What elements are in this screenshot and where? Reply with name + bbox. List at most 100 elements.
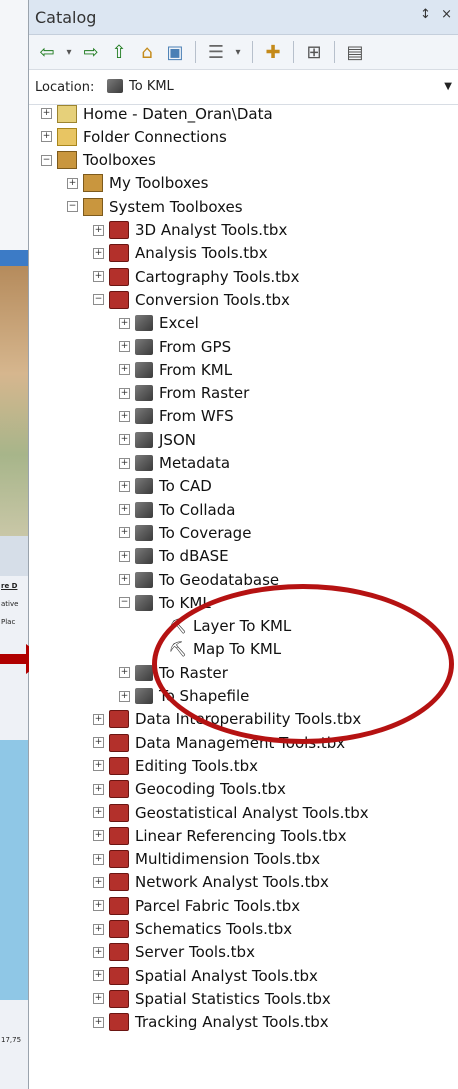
up-folder-icon[interactable]: ⇧ — [107, 40, 131, 64]
expand-icon[interactable]: + — [93, 783, 104, 795]
back-dropdown-icon[interactable]: ▾ — [63, 40, 75, 64]
collapse-icon[interactable]: − — [67, 201, 78, 213]
tree-node-label: Multidimension Tools.tbx — [135, 850, 321, 869]
expand-icon[interactable]: + — [119, 480, 130, 492]
expand-icon[interactable]: + — [67, 177, 78, 189]
tree-node[interactable]: +3D Analyst Tools.tbx — [93, 219, 287, 242]
expand-icon[interactable]: + — [93, 247, 104, 259]
tree-node[interactable]: + Spatial Analyst Tools.tbx — [93, 964, 318, 987]
collapse-icon[interactable]: − — [41, 154, 52, 166]
expand-icon[interactable]: + — [119, 410, 130, 422]
expand-icon[interactable]: + — [93, 876, 104, 888]
expand-icon[interactable]: + — [93, 1016, 104, 1028]
expand-icon[interactable]: + — [93, 946, 104, 958]
tree-node[interactable]: + Network Analyst Tools.tbx — [93, 871, 329, 894]
annotation-arrow-shaft — [0, 654, 28, 664]
expand-icon[interactable]: + — [93, 923, 104, 935]
expand-icon[interactable]: + — [119, 434, 130, 446]
details-view-icon[interactable]: ▤ — [343, 40, 367, 64]
tree-node[interactable]: + From GPS — [119, 335, 231, 358]
catalog-title: Catalog — [35, 8, 97, 27]
tree-node-label: Analysis Tools.tbx — [135, 244, 268, 263]
expand-icon[interactable]: + — [93, 807, 104, 818]
connect-folder-icon[interactable]: ▣ — [163, 40, 187, 64]
expand-icon[interactable]: + — [93, 970, 104, 982]
new-item-icon[interactable]: ✚ — [261, 40, 285, 64]
view-dropdown-icon[interactable]: ▾ — [232, 40, 244, 64]
expand-icon[interactable]: + — [93, 900, 104, 912]
toolboxes-icon — [57, 151, 77, 170]
pin-icon[interactable]: ↕ — [420, 7, 431, 22]
expand-icon[interactable]: + — [41, 108, 52, 119]
tree-node-label: To Collada — [159, 500, 236, 519]
forward-arrow-icon[interactable]: ⇨ — [79, 40, 103, 64]
tree-node[interactable]: + To Coverage — [119, 521, 251, 544]
tree-node[interactable]: + My Toolboxes — [67, 172, 208, 195]
tree-node[interactable]: + Linear Referencing Tools.tbx — [93, 824, 347, 847]
chevron-down-icon[interactable]: ▼ — [444, 81, 452, 92]
tree-node[interactable]: + From KML — [119, 358, 232, 381]
tree-node[interactable]: − Conversion Tools.tbx — [93, 288, 290, 311]
tree-node[interactable]: + To Collada — [119, 498, 235, 521]
tree-node[interactable]: + From WFS — [119, 405, 234, 428]
window-background — [0, 0, 28, 250]
tbx-icon — [109, 1013, 129, 1032]
expand-icon[interactable]: + — [93, 830, 104, 842]
expand-icon[interactable]: + — [93, 760, 104, 772]
tree-node[interactable]: + Excel — [119, 312, 199, 335]
expand-icon[interactable]: + — [119, 574, 130, 585]
collapse-icon[interactable]: − — [119, 597, 130, 609]
tree-node[interactable]: + Multidimension Tools.tbx — [93, 848, 320, 871]
tree-node[interactable]: + Folder Connections — [41, 125, 227, 148]
tree-node[interactable]: + Tracking Analyst Tools.tbx — [93, 1011, 329, 1034]
expand-icon[interactable]: + — [93, 271, 104, 283]
expand-icon[interactable]: + — [93, 853, 104, 865]
tbx-icon — [109, 710, 129, 729]
tree-node[interactable]: + Home - Daten_Oran\Data — [41, 102, 273, 125]
tree-node[interactable]: + Geocoding Tools.tbx — [93, 778, 286, 801]
expand-icon[interactable]: + — [119, 527, 130, 539]
tree-node[interactable]: + Schematics Tools.tbx — [93, 918, 292, 941]
close-icon[interactable]: × — [441, 7, 452, 22]
tree-node[interactable]: + Spatial Statistics Tools.tbx — [93, 987, 331, 1010]
expand-icon[interactable]: + — [119, 550, 130, 562]
window-titlebar-strip — [0, 250, 28, 266]
tree-node[interactable]: + Geostatistical Analyst Tools.tbx — [93, 801, 369, 824]
tree-node[interactable]: − Toolboxes — [41, 149, 156, 172]
tree-node[interactable]: + Parcel Fabric Tools.tbx — [93, 894, 300, 917]
tree-node[interactable]: + Metadata — [119, 452, 230, 475]
tree-node[interactable]: + Analysis Tools.tbx — [93, 242, 268, 265]
expand-icon[interactable]: + — [119, 457, 130, 469]
expand-icon[interactable]: + — [93, 737, 104, 749]
view-options-icon[interactable]: ☰ — [204, 40, 228, 64]
expand-icon[interactable]: + — [93, 713, 104, 725]
expand-icon[interactable]: + — [119, 364, 130, 376]
expand-icon[interactable]: + — [119, 667, 130, 679]
tbx-icon — [109, 850, 129, 869]
expand-icon[interactable]: + — [119, 341, 130, 352]
tree-node[interactable]: + JSON — [119, 428, 196, 451]
expand-icon[interactable]: + — [119, 690, 130, 702]
set-icon — [135, 431, 153, 448]
tree-node[interactable]: − System Toolboxes — [67, 195, 243, 218]
expand-icon[interactable]: + — [119, 387, 130, 399]
catalog-toolbar: ⇦ ▾ ⇨ ⇧ ⌂ ▣ ☰ ▾ ✚ ⊞ ▤ — [29, 35, 458, 70]
location-bar: Location: To KML ▼ — [29, 70, 458, 105]
tree-node[interactable]: + To CAD — [119, 475, 212, 498]
collapse-icon[interactable]: − — [93, 294, 104, 306]
toc-connect-icon[interactable]: ⊞ — [302, 40, 326, 64]
expand-icon[interactable]: + — [93, 993, 104, 1005]
tree-node[interactable]: + Cartography Tools.tbx — [93, 265, 299, 288]
set-icon — [135, 385, 153, 402]
expand-icon[interactable]: + — [41, 131, 52, 143]
tree-node[interactable]: + Editing Tools.tbx — [93, 754, 258, 777]
tree-node[interactable]: + To dBASE — [119, 545, 229, 568]
location-combobox[interactable]: To KML ▼ — [107, 74, 456, 98]
tree-node[interactable]: + From Raster — [119, 382, 249, 405]
expand-icon[interactable]: + — [119, 504, 130, 516]
back-arrow-icon[interactable]: ⇦ — [35, 40, 59, 64]
home-icon[interactable]: ⌂ — [135, 40, 159, 64]
tree-node[interactable]: + Server Tools.tbx — [93, 941, 255, 964]
expand-icon[interactable]: + — [119, 317, 130, 329]
expand-icon[interactable]: + — [93, 224, 104, 236]
